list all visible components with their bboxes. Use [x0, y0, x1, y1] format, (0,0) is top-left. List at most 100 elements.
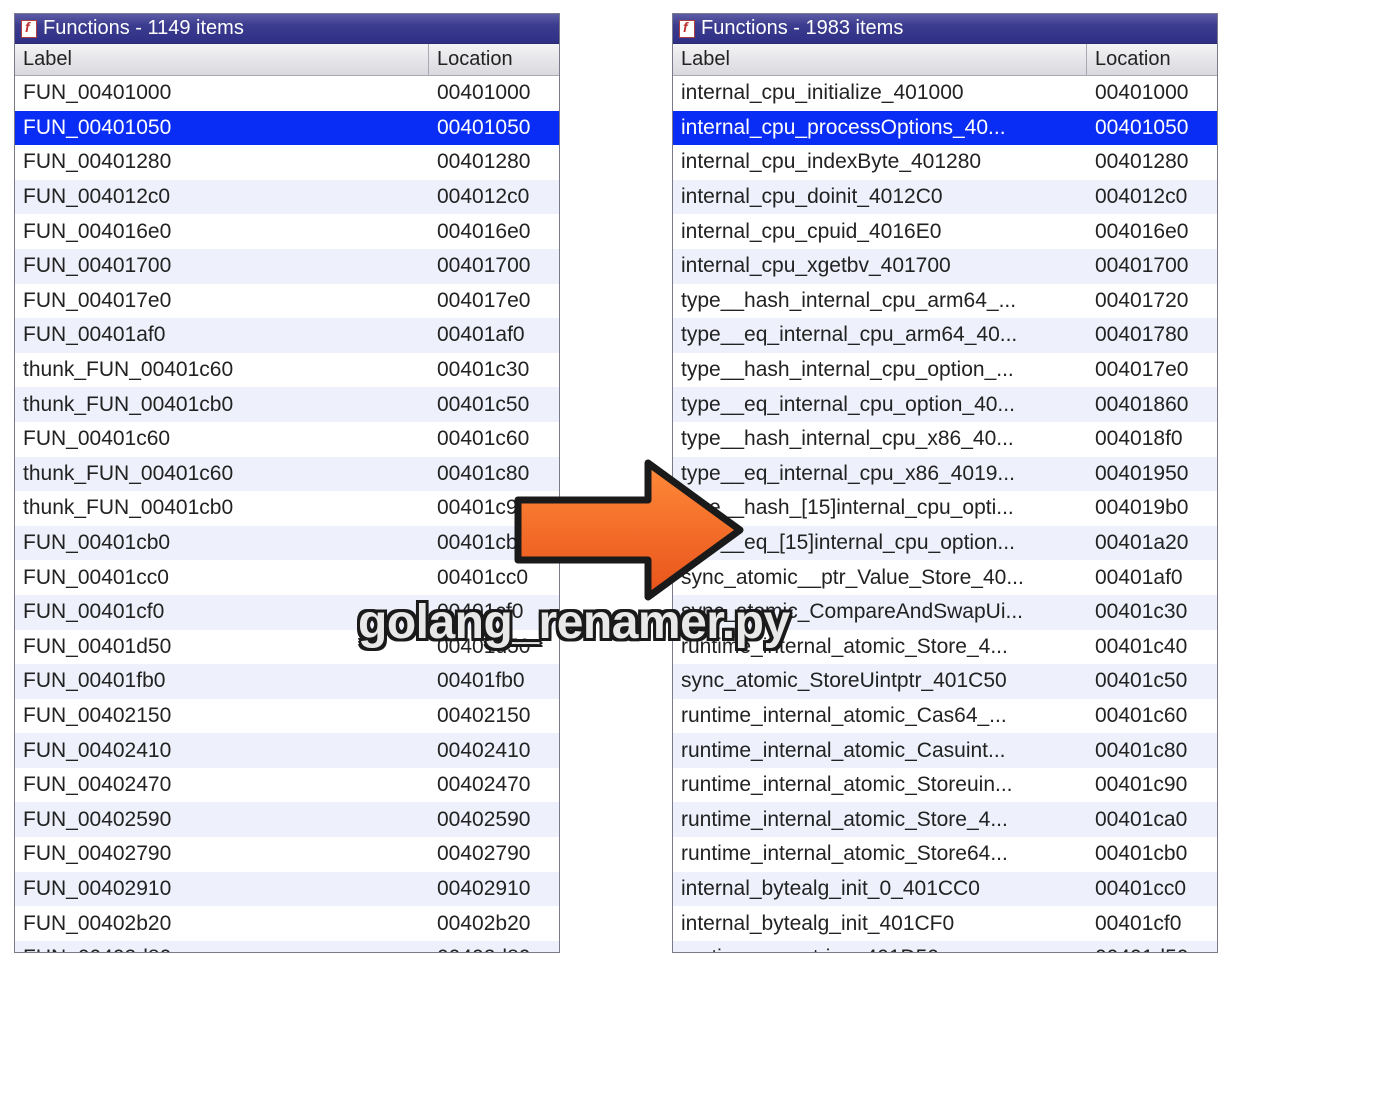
cell-location: 00401cc0: [429, 566, 559, 590]
table-row[interactable]: sync_atomic_CompareAndSwapUi...00401c30: [673, 595, 1217, 630]
cell-label: FUN_00401700: [15, 254, 429, 278]
cell-label: internal_bytealg_init_0_401CC0: [673, 877, 1087, 901]
panel-titlebar: Functions - 1149 items: [15, 14, 559, 44]
table-row[interactable]: FUN_00402d8000402d80: [15, 941, 559, 952]
column-header-location[interactable]: Location: [1087, 44, 1217, 75]
table-row[interactable]: thunk_FUN_00401cb000401c90: [15, 491, 559, 526]
cell-label: thunk_FUN_00401c60: [15, 462, 429, 486]
cell-location: 00401c50: [429, 393, 559, 417]
table-row[interactable]: internal_cpu_xgetbv_40170000401700: [673, 249, 1217, 284]
cell-location: 00401280: [1087, 150, 1217, 174]
table-row[interactable]: FUN_00401c6000401c60: [15, 422, 559, 457]
table-row[interactable]: type__hash_internal_cpu_option_...004017…: [673, 353, 1217, 388]
cell-location: 00401ca0: [1087, 808, 1217, 832]
table-row[interactable]: FUN_0040241000402410: [15, 733, 559, 768]
cell-location: 00401d50: [429, 635, 559, 659]
cell-label: FUN_00401d50: [15, 635, 429, 659]
table-row[interactable]: runtime_internal_atomic_Storeuin...00401…: [673, 768, 1217, 803]
table-row[interactable]: sync_atomic_StoreUintptr_401C5000401c50: [673, 664, 1217, 699]
cell-label: FUN_00401cf0: [15, 600, 429, 624]
table-row[interactable]: FUN_004017e0004017e0: [15, 284, 559, 319]
cell-label: runtime_internal_atomic_Store64...: [673, 842, 1087, 866]
cell-label: internal_cpu_indexByte_401280: [673, 150, 1087, 174]
functions-panel-after: Functions - 1983 items Label Location in…: [672, 13, 1218, 953]
table-row[interactable]: type__eq_[15]internal_cpu_option...00401…: [673, 526, 1217, 561]
cell-label: runtime_internal_atomic_Storeuin...: [673, 773, 1087, 797]
table-row[interactable]: FUN_0040105000401050: [15, 111, 559, 146]
table-row[interactable]: type__hash_[15]internal_cpu_opti...00401…: [673, 491, 1217, 526]
table-row[interactable]: runtime_internal_atomic_Casuint...00401c…: [673, 733, 1217, 768]
table-row[interactable]: FUN_00401fb000401fb0: [15, 664, 559, 699]
table-row[interactable]: FUN_00401cb000401cb0: [15, 526, 559, 561]
table-row[interactable]: type__hash_internal_cpu_x86_40...004018f…: [673, 422, 1217, 457]
cell-label: type__eq_internal_cpu_option_40...: [673, 393, 1087, 417]
cell-location: 004016e0: [429, 220, 559, 244]
cell-location: 00402910: [429, 877, 559, 901]
table-row[interactable]: FUN_0040259000402590: [15, 802, 559, 837]
table-row[interactable]: FUN_0040128000401280: [15, 145, 559, 180]
cell-location: 00401950: [1087, 462, 1217, 486]
table-row[interactable]: runtime_cmpstring_401D5000401d50: [673, 941, 1217, 952]
cell-location: 00401cb0: [1087, 842, 1217, 866]
cell-location: 00401280: [429, 150, 559, 174]
cell-location: 004012c0: [1087, 185, 1217, 209]
cell-label: thunk_FUN_00401cb0: [15, 393, 429, 417]
cell-location: 00401c30: [1087, 600, 1217, 624]
table-row[interactable]: FUN_00401cc000401cc0: [15, 560, 559, 595]
cell-location: 004016e0: [1087, 220, 1217, 244]
cell-location: 00401d50: [1087, 946, 1217, 952]
table-row[interactable]: FUN_004012c0004012c0: [15, 180, 559, 215]
table-row[interactable]: FUN_00401cf000401cf0: [15, 595, 559, 630]
cell-label: thunk_FUN_00401cb0: [15, 496, 429, 520]
table-row[interactable]: internal_cpu_cpuid_4016E0004016e0: [673, 214, 1217, 249]
table-row[interactable]: FUN_0040279000402790: [15, 837, 559, 872]
table-row[interactable]: FUN_00401af000401af0: [15, 318, 559, 353]
column-header-label[interactable]: Label: [673, 44, 1087, 75]
table-row[interactable]: internal_cpu_doinit_4012C0004012c0: [673, 180, 1217, 215]
table-row[interactable]: internal_cpu_indexByte_40128000401280: [673, 145, 1217, 180]
table-row[interactable]: internal_bytealg_init_401CF000401cf0: [673, 906, 1217, 941]
table-row[interactable]: FUN_0040170000401700: [15, 249, 559, 284]
cell-location: 00402410: [429, 739, 559, 763]
table-row[interactable]: FUN_0040247000402470: [15, 768, 559, 803]
cell-location: 00401a20: [1087, 531, 1217, 555]
table-row[interactable]: internal_cpu_initialize_40100000401000: [673, 76, 1217, 111]
cell-label: FUN_00401af0: [15, 323, 429, 347]
cell-location: 00401000: [429, 81, 559, 105]
table-row[interactable]: FUN_0040215000402150: [15, 699, 559, 734]
table-row[interactable]: FUN_00401d5000401d50: [15, 630, 559, 665]
table-row[interactable]: internal_cpu_processOptions_40...0040105…: [673, 111, 1217, 146]
table-row[interactable]: runtime_internal_atomic_Store64...00401c…: [673, 837, 1217, 872]
table-row[interactable]: FUN_0040291000402910: [15, 872, 559, 907]
column-header-label[interactable]: Label: [15, 44, 429, 75]
cell-label: FUN_00402b20: [15, 912, 429, 936]
table-row[interactable]: FUN_0040100000401000: [15, 76, 559, 111]
table-row[interactable]: type__eq_internal_cpu_option_40...004018…: [673, 387, 1217, 422]
table-row[interactable]: runtime_internal_atomic_Store_4...00401c…: [673, 630, 1217, 665]
table-row[interactable]: thunk_FUN_00401cb000401c50: [15, 387, 559, 422]
table-row[interactable]: runtime_internal_atomic_Cas64_...00401c6…: [673, 699, 1217, 734]
function-list-icon: [21, 20, 37, 38]
cell-label: type__eq_internal_cpu_x86_4019...: [673, 462, 1087, 486]
table-row[interactable]: type__eq_internal_cpu_x86_4019...0040195…: [673, 457, 1217, 492]
table-row[interactable]: FUN_004016e0004016e0: [15, 214, 559, 249]
table-header: Label Location: [673, 44, 1217, 76]
cell-label: FUN_004012c0: [15, 185, 429, 209]
cell-location: 00402b20: [429, 912, 559, 936]
table-row[interactable]: FUN_00402b2000402b20: [15, 906, 559, 941]
cell-location: 00401860: [1087, 393, 1217, 417]
cell-label: internal_cpu_xgetbv_401700: [673, 254, 1087, 278]
cell-label: FUN_00401000: [15, 81, 429, 105]
column-header-location[interactable]: Location: [429, 44, 559, 75]
cell-location: 004012c0: [429, 185, 559, 209]
cell-label: FUN_00401cb0: [15, 531, 429, 555]
table-row[interactable]: type__hash_internal_cpu_arm64_...0040172…: [673, 284, 1217, 319]
table-row[interactable]: thunk_FUN_00401c6000401c30: [15, 353, 559, 388]
table-row[interactable]: internal_bytealg_init_0_401CC000401cc0: [673, 872, 1217, 907]
table-row[interactable]: runtime_internal_atomic_Store_4...00401c…: [673, 802, 1217, 837]
cell-label: type__eq_[15]internal_cpu_option...: [673, 531, 1087, 555]
table-row[interactable]: type__eq_internal_cpu_arm64_40...0040178…: [673, 318, 1217, 353]
table-row[interactable]: thunk_FUN_00401c6000401c80: [15, 457, 559, 492]
table-row[interactable]: sync_atomic__ptr_Value_Store_40...00401a…: [673, 560, 1217, 595]
cell-label: sync_atomic_CompareAndSwapUi...: [673, 600, 1087, 624]
